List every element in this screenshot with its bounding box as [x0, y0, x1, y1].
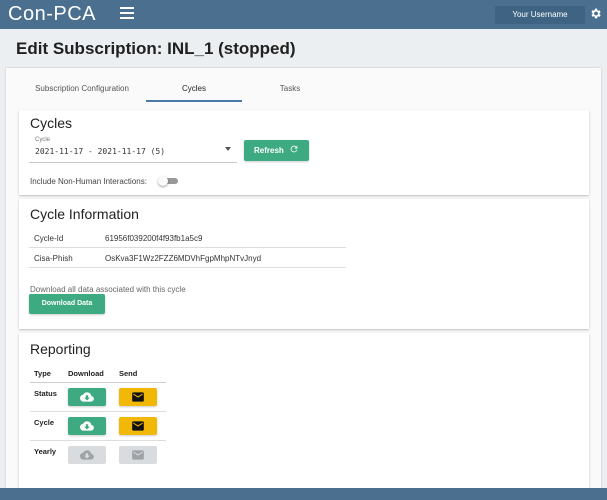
user-menu-button[interactable]: Your Username	[495, 6, 585, 24]
cycles-heading: Cycles	[30, 115, 73, 131]
download-cycle-report-button[interactable]	[68, 417, 106, 435]
non-human-toggle[interactable]	[158, 176, 180, 186]
cloud-download-icon	[80, 450, 94, 460]
bottom-bar	[0, 488, 607, 500]
download-description: Download all data associated with this c…	[30, 285, 186, 294]
chevron-down-icon	[225, 147, 231, 151]
refresh-button-label: Refresh	[253, 146, 284, 155]
table-row: Yearly	[30, 441, 166, 470]
mail-icon	[132, 392, 144, 402]
reporting-heading: Reporting	[30, 341, 91, 357]
send-yearly-report-button[interactable]	[119, 446, 157, 464]
refresh-icon	[290, 145, 298, 153]
download-data-button[interactable]: Download Data	[29, 294, 105, 314]
app-logo[interactable]: Con-PCA	[8, 3, 96, 26]
tab-cycles[interactable]: Cycles	[146, 78, 242, 102]
column-header-download: Download	[68, 369, 104, 378]
table-row: Status	[30, 383, 166, 412]
download-yearly-report-button[interactable]	[68, 446, 106, 464]
cycle-id-value: 61956f039200f4f93fb1a5c9	[105, 234, 203, 243]
cycle-id-key: Cycle-Id	[34, 234, 64, 243]
report-type-yearly: Yearly	[34, 447, 57, 456]
toggle-thumb	[158, 176, 168, 186]
refresh-button[interactable]: Refresh	[244, 140, 309, 161]
non-human-toggle-label: Include Non-Human Interactions:	[30, 177, 147, 186]
table-row: Cisa-Phish OsKva3F1Wz2FZZ6MDVhFgpMhpNTvJ…	[29, 248, 346, 268]
reporting-table: Type Download Send Status Cycle Yearly	[30, 363, 166, 470]
tab-tasks[interactable]: Tasks	[242, 78, 338, 102]
cycle-select[interactable]: Cycle 2021-11-17 - 2021-11-17 (5)	[29, 137, 237, 163]
report-type-status: Status	[34, 389, 57, 398]
cisa-phish-value: OsKva3F1Wz2FZZ6MDVhFgpMhpNTvJnyd	[105, 254, 262, 263]
cycle-select-value: 2021-11-17 - 2021-11-17 (5)	[35, 147, 166, 156]
cycle-info-table: Cycle-Id 61956f039200f4f93fb1a5c9 Cisa-P…	[29, 228, 346, 268]
mail-icon	[132, 421, 144, 431]
send-cycle-report-button[interactable]	[119, 417, 157, 435]
column-header-type: Type	[34, 369, 51, 378]
top-app-bar: Con-PCA Your Username	[0, 0, 607, 29]
download-status-report-button[interactable]	[68, 388, 106, 406]
cycle-select-label: Cycle	[35, 137, 51, 143]
cycle-information-heading: Cycle Information	[30, 206, 139, 222]
tab-bar: Subscription Configuration Cycles Tasks	[18, 78, 598, 102]
send-status-report-button[interactable]	[119, 388, 157, 406]
table-row: Cycle-Id 61956f039200f4f93fb1a5c9	[29, 228, 346, 248]
cloud-download-icon	[80, 421, 94, 431]
gear-icon[interactable]	[589, 7, 602, 20]
report-type-cycle: Cycle	[34, 418, 55, 427]
column-header-send: Send	[119, 369, 138, 378]
tab-subscription-configuration[interactable]: Subscription Configuration	[18, 78, 146, 102]
cloud-download-icon	[80, 392, 94, 402]
table-row: Cycle	[30, 412, 166, 441]
mail-icon	[132, 450, 144, 460]
hamburger-menu-icon[interactable]	[120, 7, 134, 21]
page-title: Edit Subscription: INL_1 (stopped)	[16, 39, 296, 58]
reporting-table-header: Type Download Send	[30, 363, 166, 383]
cisa-phish-key: Cisa-Phish	[34, 254, 73, 263]
